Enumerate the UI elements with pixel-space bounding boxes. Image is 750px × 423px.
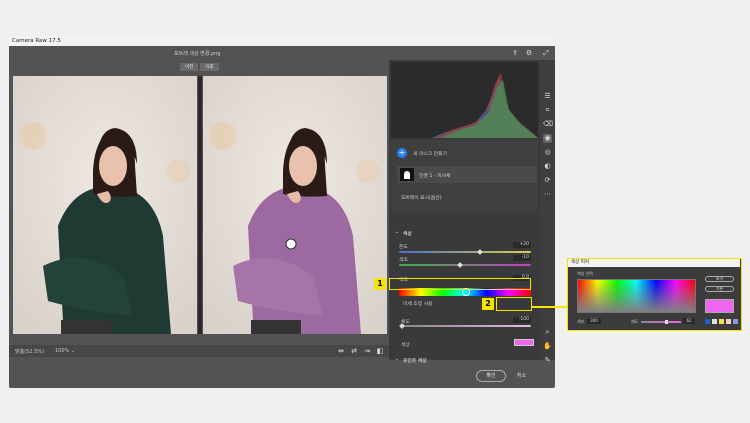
- picker-sat-thumb[interactable]: [665, 320, 668, 324]
- preset-swatch-2[interactable]: [712, 319, 717, 324]
- swap-icon[interactable]: ⇄: [350, 347, 358, 355]
- fullscreen-icon[interactable]: ⤢: [542, 49, 550, 57]
- chevron-down-icon: ⌄: [70, 348, 76, 354]
- temp-value[interactable]: +20: [513, 242, 531, 248]
- after-image: [203, 76, 387, 334]
- callout-2-box: [496, 297, 532, 311]
- eye-icon[interactable]: ◎: [543, 148, 552, 157]
- temp-label: 온도: [399, 245, 408, 250]
- picker-sat-label: 채도: [631, 319, 639, 324]
- picker-hue-label: 색조: [577, 319, 585, 324]
- picker-sat-slider[interactable]: [641, 321, 681, 323]
- mask-item[interactable]: 전경 1 - 피사체: [397, 166, 537, 183]
- zoom-fit-label[interactable]: 맞춤(52.5%): [15, 348, 44, 355]
- save-icon[interactable]: ⇪: [511, 49, 519, 57]
- preset-swatch-3[interactable]: [719, 319, 724, 324]
- presets-icon[interactable]: ◐: [543, 162, 552, 171]
- color-picker-popup: 색상 피커 색상 선택 초기 기본 색조 300 채도 62: [567, 258, 742, 331]
- mask-item-label: 전경 1 - 피사체: [419, 174, 451, 179]
- compare-icon[interactable]: ◧: [376, 347, 384, 355]
- mask-icon[interactable]: ◉: [543, 134, 552, 143]
- copy-settings-icon[interactable]: ⇥: [363, 347, 371, 355]
- color-spectrum[interactable]: [577, 279, 696, 313]
- sat-slider[interactable]: [401, 325, 531, 327]
- color-label: 색상: [401, 343, 410, 348]
- tint-label: 색조: [399, 258, 408, 263]
- gear-icon[interactable]: ⚙: [525, 49, 533, 57]
- preset-swatch-4[interactable]: [726, 319, 731, 324]
- callout-1-box: [389, 278, 531, 290]
- more-icon[interactable]: ⋯: [543, 190, 552, 199]
- picker-default-button[interactable]: 기본: [705, 286, 734, 292]
- window-title: Camera Raw 17.5: [9, 36, 555, 46]
- tab-after[interactable]: 이후: [200, 63, 219, 71]
- add-mask-icon[interactable]: +: [397, 148, 407, 158]
- file-name: 포트레 색상 변경.png: [174, 51, 221, 57]
- sliders-icon[interactable]: ☰: [543, 92, 552, 101]
- eraser-icon[interactable]: ⌫: [543, 120, 553, 129]
- tint-slider[interactable]: [399, 264, 531, 266]
- camera-raw-window: Camera Raw 17.5 포트레 색상 변경.png ⇪ ⚙ ⤢ 이전 이후: [9, 36, 555, 388]
- color-swatch[interactable]: [514, 339, 534, 346]
- top-toolbar: 포트레 색상 변경.png ⇪ ⚙ ⤢: [9, 46, 555, 60]
- ok-button[interactable]: 확인: [476, 370, 506, 382]
- image-divider: [198, 76, 202, 334]
- tint-value[interactable]: -10: [513, 255, 531, 261]
- crop-icon[interactable]: ⌗: [543, 106, 552, 115]
- zoom-value: 100%: [55, 348, 70, 354]
- preset-swatch-1[interactable]: [705, 319, 710, 324]
- bottom-bar: 맞춤(52.5%) 100% ⌄ ⇹ ⇄ ⇥ ◧: [9, 345, 389, 357]
- histogram: [391, 62, 538, 138]
- callout-2-badge: 2: [482, 298, 494, 310]
- picker-title: 색상 피커: [568, 259, 740, 267]
- hand-icon[interactable]: ✋: [543, 342, 552, 351]
- preset-swatch-5[interactable]: [733, 319, 738, 324]
- snapshots-icon[interactable]: ⟳: [543, 176, 552, 185]
- picker-reset-button[interactable]: 초기: [705, 276, 734, 282]
- tab-before[interactable]: 이전: [180, 63, 199, 71]
- color-section-title[interactable]: 색상: [403, 230, 412, 237]
- mask-thumbnail: [400, 168, 414, 181]
- chevron-down-icon[interactable]: ⌄: [395, 230, 399, 235]
- callout-1-badge: 1: [374, 278, 386, 290]
- callout-connector: [532, 306, 567, 308]
- eyedropper-icon[interactable]: ✎: [543, 356, 552, 365]
- sat-value[interactable]: -100: [513, 317, 531, 323]
- point-color-title[interactable]: 포인트 색상: [403, 357, 427, 364]
- new-mask-label[interactable]: 새 마스크 만들기: [413, 150, 447, 157]
- zoom-icon[interactable]: ⌕: [543, 328, 552, 337]
- before-image: [13, 76, 197, 334]
- view-tabs: 이전 이후: [180, 63, 221, 71]
- edit-panel: + 새 마스크 만들기 전경 1 - 피사체 오버레이 표시(옵션) ⌄ 색상 …: [389, 60, 540, 364]
- temp-slider[interactable]: [399, 251, 531, 253]
- picker-sat-value[interactable]: 62: [683, 318, 695, 324]
- picker-swatch: [705, 299, 734, 313]
- tool-strip: ☰ ⌗ ⌫ ◉ ◎ ◐ ⟳ ⋯ ⌕ ✋ ✎: [540, 60, 555, 364]
- chevron-down-icon[interactable]: ⌄: [395, 357, 399, 362]
- overlay-label[interactable]: 오버레이 표시(옵션): [401, 194, 442, 201]
- picker-subtitle: 색상 선택: [577, 271, 593, 276]
- mask-panel: + 새 마스크 만들기 전경 1 - 피사체 오버레이 표시(옵션): [391, 140, 538, 212]
- fine-adjust-label[interactable]: 미세 조정 사용: [403, 300, 433, 307]
- zoom-select[interactable]: 100% ⌄: [55, 348, 75, 354]
- picker-hue-value[interactable]: 300: [587, 318, 601, 324]
- split-view-icon[interactable]: ⇹: [337, 347, 345, 355]
- cancel-button[interactable]: 취소: [517, 370, 526, 382]
